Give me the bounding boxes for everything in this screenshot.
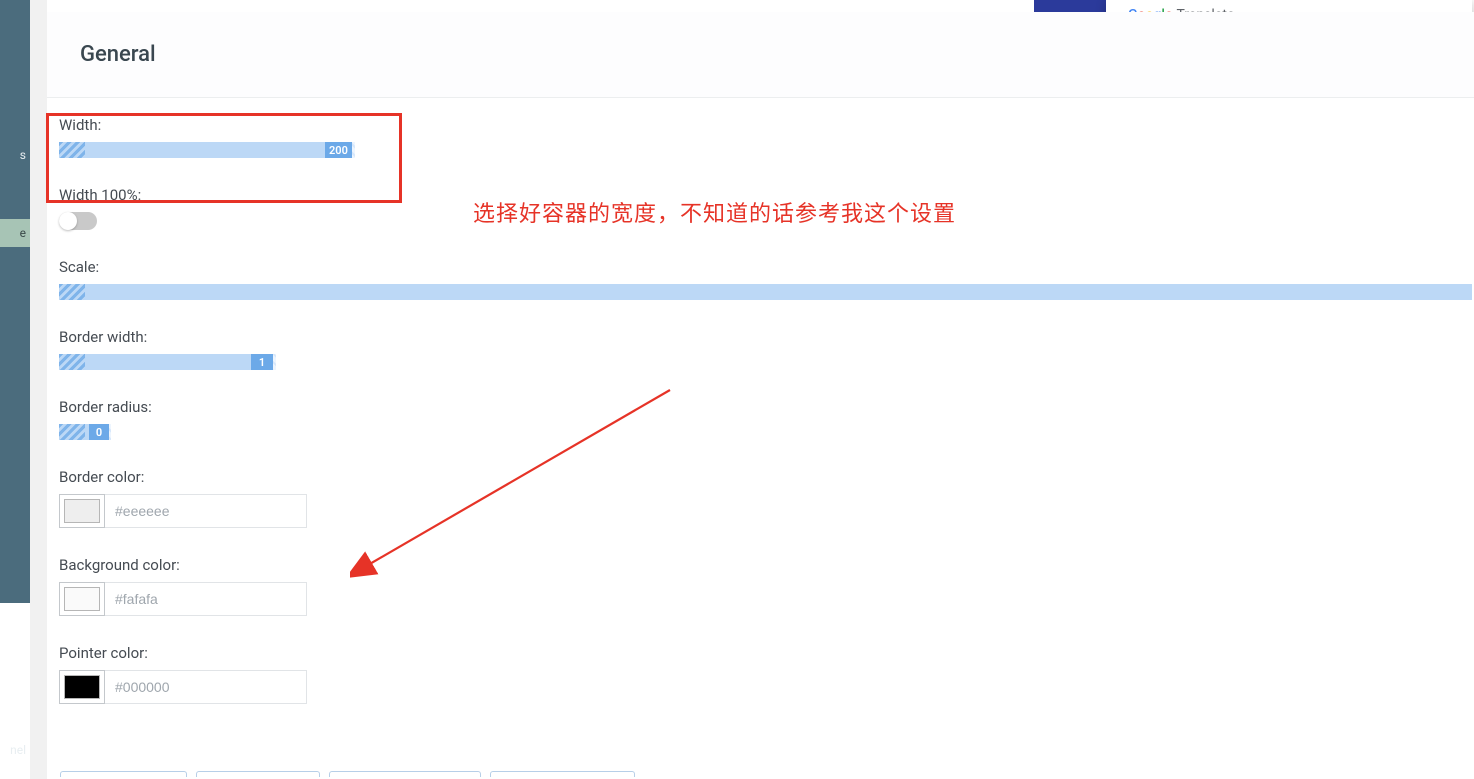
slider-handle[interactable]: 0 xyxy=(89,424,109,440)
field-border-color: Border color: xyxy=(59,468,1474,528)
sidebar-item-active[interactable]: e xyxy=(0,219,30,247)
slider-min-zone xyxy=(59,284,85,300)
border-radius-label: Border radius: xyxy=(59,398,1474,416)
ghost-button[interactable] xyxy=(490,771,635,777)
pointer-color-input[interactable] xyxy=(105,670,307,704)
border-radius-slider[interactable]: 0 xyxy=(59,424,111,440)
border-width-label: Border width: xyxy=(59,328,1474,346)
color-preview xyxy=(64,675,100,699)
field-border-width: Border width: 1 xyxy=(59,328,1474,370)
width-full-toggle[interactable] xyxy=(59,212,97,230)
sidebar-item-partial[interactable]: s xyxy=(20,148,26,162)
scale-label: Scale: xyxy=(59,258,1474,276)
scale-slider[interactable] xyxy=(59,284,1472,300)
border-color-label: Border color: xyxy=(59,468,1474,486)
ghost-button[interactable] xyxy=(329,771,481,777)
annotation-text: 选择好容器的宽度，不知道的话参考我这个设置 xyxy=(473,196,956,228)
border-width-slider[interactable]: 1 xyxy=(59,354,276,370)
slider-fill xyxy=(85,142,325,158)
slider-min-zone xyxy=(59,424,85,440)
background-color-swatch[interactable] xyxy=(59,582,105,616)
ghost-button[interactable] xyxy=(196,771,320,777)
field-width: Width: 200 xyxy=(59,116,1474,158)
border-color-input[interactable] xyxy=(105,494,307,528)
slider-fill xyxy=(85,354,251,370)
field-background-color: Background color: xyxy=(59,556,1474,616)
background-color-label: Background color: xyxy=(59,556,1474,574)
slider-fill xyxy=(85,284,1472,300)
slider-handle[interactable]: 200 xyxy=(325,142,352,158)
pointer-color-swatch[interactable] xyxy=(59,670,105,704)
slider-handle[interactable]: 1 xyxy=(251,354,273,370)
top-primary-button-fragment[interactable] xyxy=(1034,0,1106,12)
color-preview xyxy=(64,499,100,523)
bottom-button-row xyxy=(60,771,635,777)
field-border-radius: Border radius: 0 xyxy=(59,398,1474,440)
slider-min-zone xyxy=(59,354,85,370)
width-slider[interactable]: 200 xyxy=(59,142,355,158)
border-color-swatch[interactable] xyxy=(59,494,105,528)
background-color-input[interactable] xyxy=(105,582,307,616)
width-label: Width: xyxy=(59,116,1474,134)
sidebar-item-partial[interactable]: nel xyxy=(10,743,26,757)
vertical-scrollbar[interactable] xyxy=(30,0,47,779)
slider-min-zone xyxy=(59,142,85,158)
sidebar: s e nel xyxy=(0,0,30,603)
pointer-color-label: Pointer color: xyxy=(59,644,1474,662)
section-title: General xyxy=(47,12,1474,98)
field-pointer-color: Pointer color: xyxy=(59,644,1474,704)
field-scale: Scale: xyxy=(59,258,1474,300)
color-preview xyxy=(64,587,100,611)
main-panel: General Width: 200 Width 100%: Scale: xyxy=(47,12,1474,779)
toggle-knob xyxy=(59,212,77,230)
ghost-button[interactable] xyxy=(60,771,187,777)
